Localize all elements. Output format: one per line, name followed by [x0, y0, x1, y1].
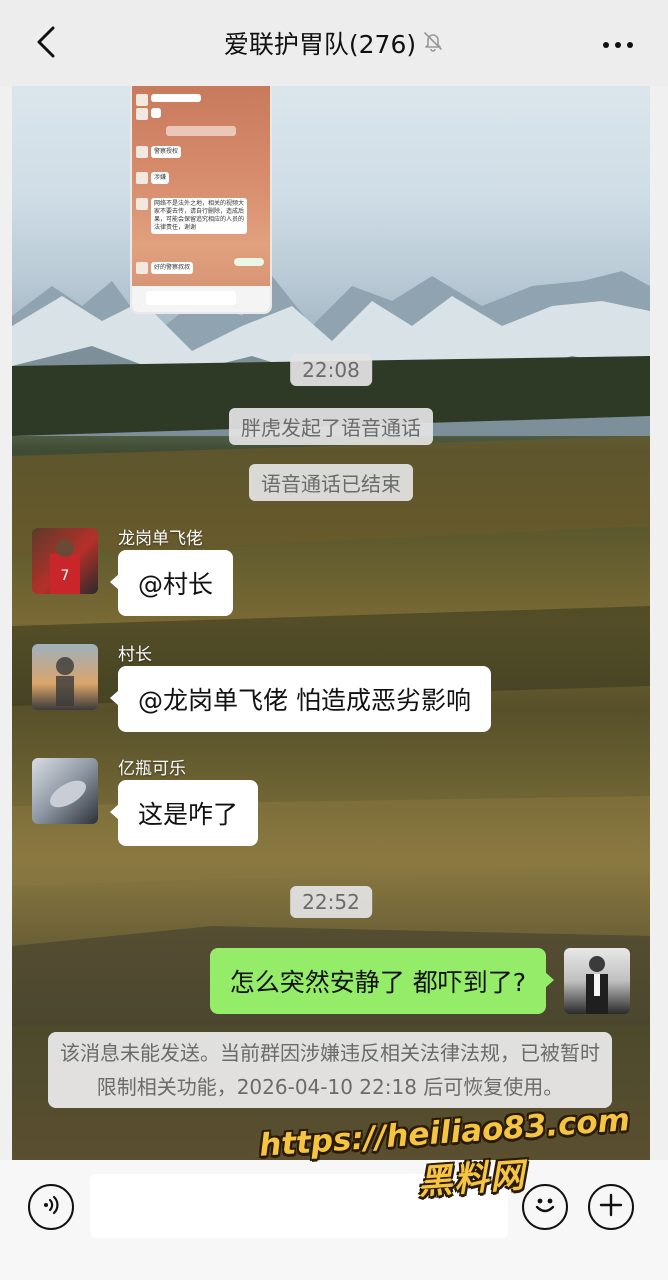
mini-line-3: 网络不是法外之地，相关的视频大家不要去传，请自行删除，造成后果，可能会保留追究相… — [151, 198, 247, 234]
my-avatar[interactable] — [564, 948, 630, 1014]
chevron-left-icon — [33, 25, 59, 63]
chat-title: 爱联护胃队(276) — [223, 30, 417, 59]
sender-name: 村长 — [118, 645, 152, 665]
dot — [627, 42, 633, 48]
mini-line-1: 警察授权 — [151, 146, 182, 158]
avatar[interactable]: 7 — [32, 528, 98, 594]
chat-header: 爱联护胃队(276) — [0, 0, 668, 86]
avatar[interactable] — [32, 644, 98, 710]
title-group[interactable]: 爱联护胃队(276) — [224, 25, 444, 61]
dot — [603, 42, 609, 48]
mini-line-2: 涉嫌 — [151, 172, 170, 184]
voice-icon — [38, 1192, 64, 1222]
mini-green-tag — [234, 258, 264, 266]
dot — [615, 42, 621, 48]
back-button[interactable] — [26, 24, 66, 64]
voice-button[interactable] — [28, 1184, 74, 1230]
timestamp: 22:08 — [290, 354, 372, 386]
system-message: 语音通话已结束 — [249, 464, 413, 501]
more-button[interactable] — [598, 30, 638, 60]
my-message-bubble[interactable]: 怎么突然安静了 都吓到了? — [209, 948, 555, 1014]
send-failed-notice: 该消息未能发送。当前群因涉嫌违反相关法律法规，已被暂时限制相关功能，2026-0… — [48, 1032, 612, 1108]
mini-line-4: 好的警察叔叔 — [151, 262, 194, 274]
chat-area[interactable]: 警察授权 涉嫌 网络不是法外之地，相关的视频大家不要去传，请自行删除，造成后果，… — [12, 86, 650, 1160]
bell-off-icon — [422, 30, 444, 56]
mini-system-line — [166, 126, 236, 136]
shared-screenshot-image[interactable]: 警察授权 涉嫌 网络不是法外之地，相关的视频大家不要去传，请自行删除，造成后果，… — [130, 86, 272, 314]
svg-text:7: 7 — [61, 568, 70, 584]
mini-input-bar — [132, 286, 270, 312]
sender-name: 亿瓶可乐 — [118, 759, 186, 779]
timestamp: 22:52 — [290, 886, 372, 918]
message-bubble[interactable]: @龙岗单飞佬 怕造成恶劣影响 — [110, 666, 491, 732]
sender-name: 龙岗单飞佬 — [118, 529, 203, 549]
message-bubble[interactable]: @村长 — [109, 550, 234, 616]
message-bubble[interactable]: 这是咋了 — [109, 780, 259, 846]
system-message: 胖虎发起了语音通话 — [229, 408, 433, 445]
avatar[interactable] — [32, 758, 98, 824]
